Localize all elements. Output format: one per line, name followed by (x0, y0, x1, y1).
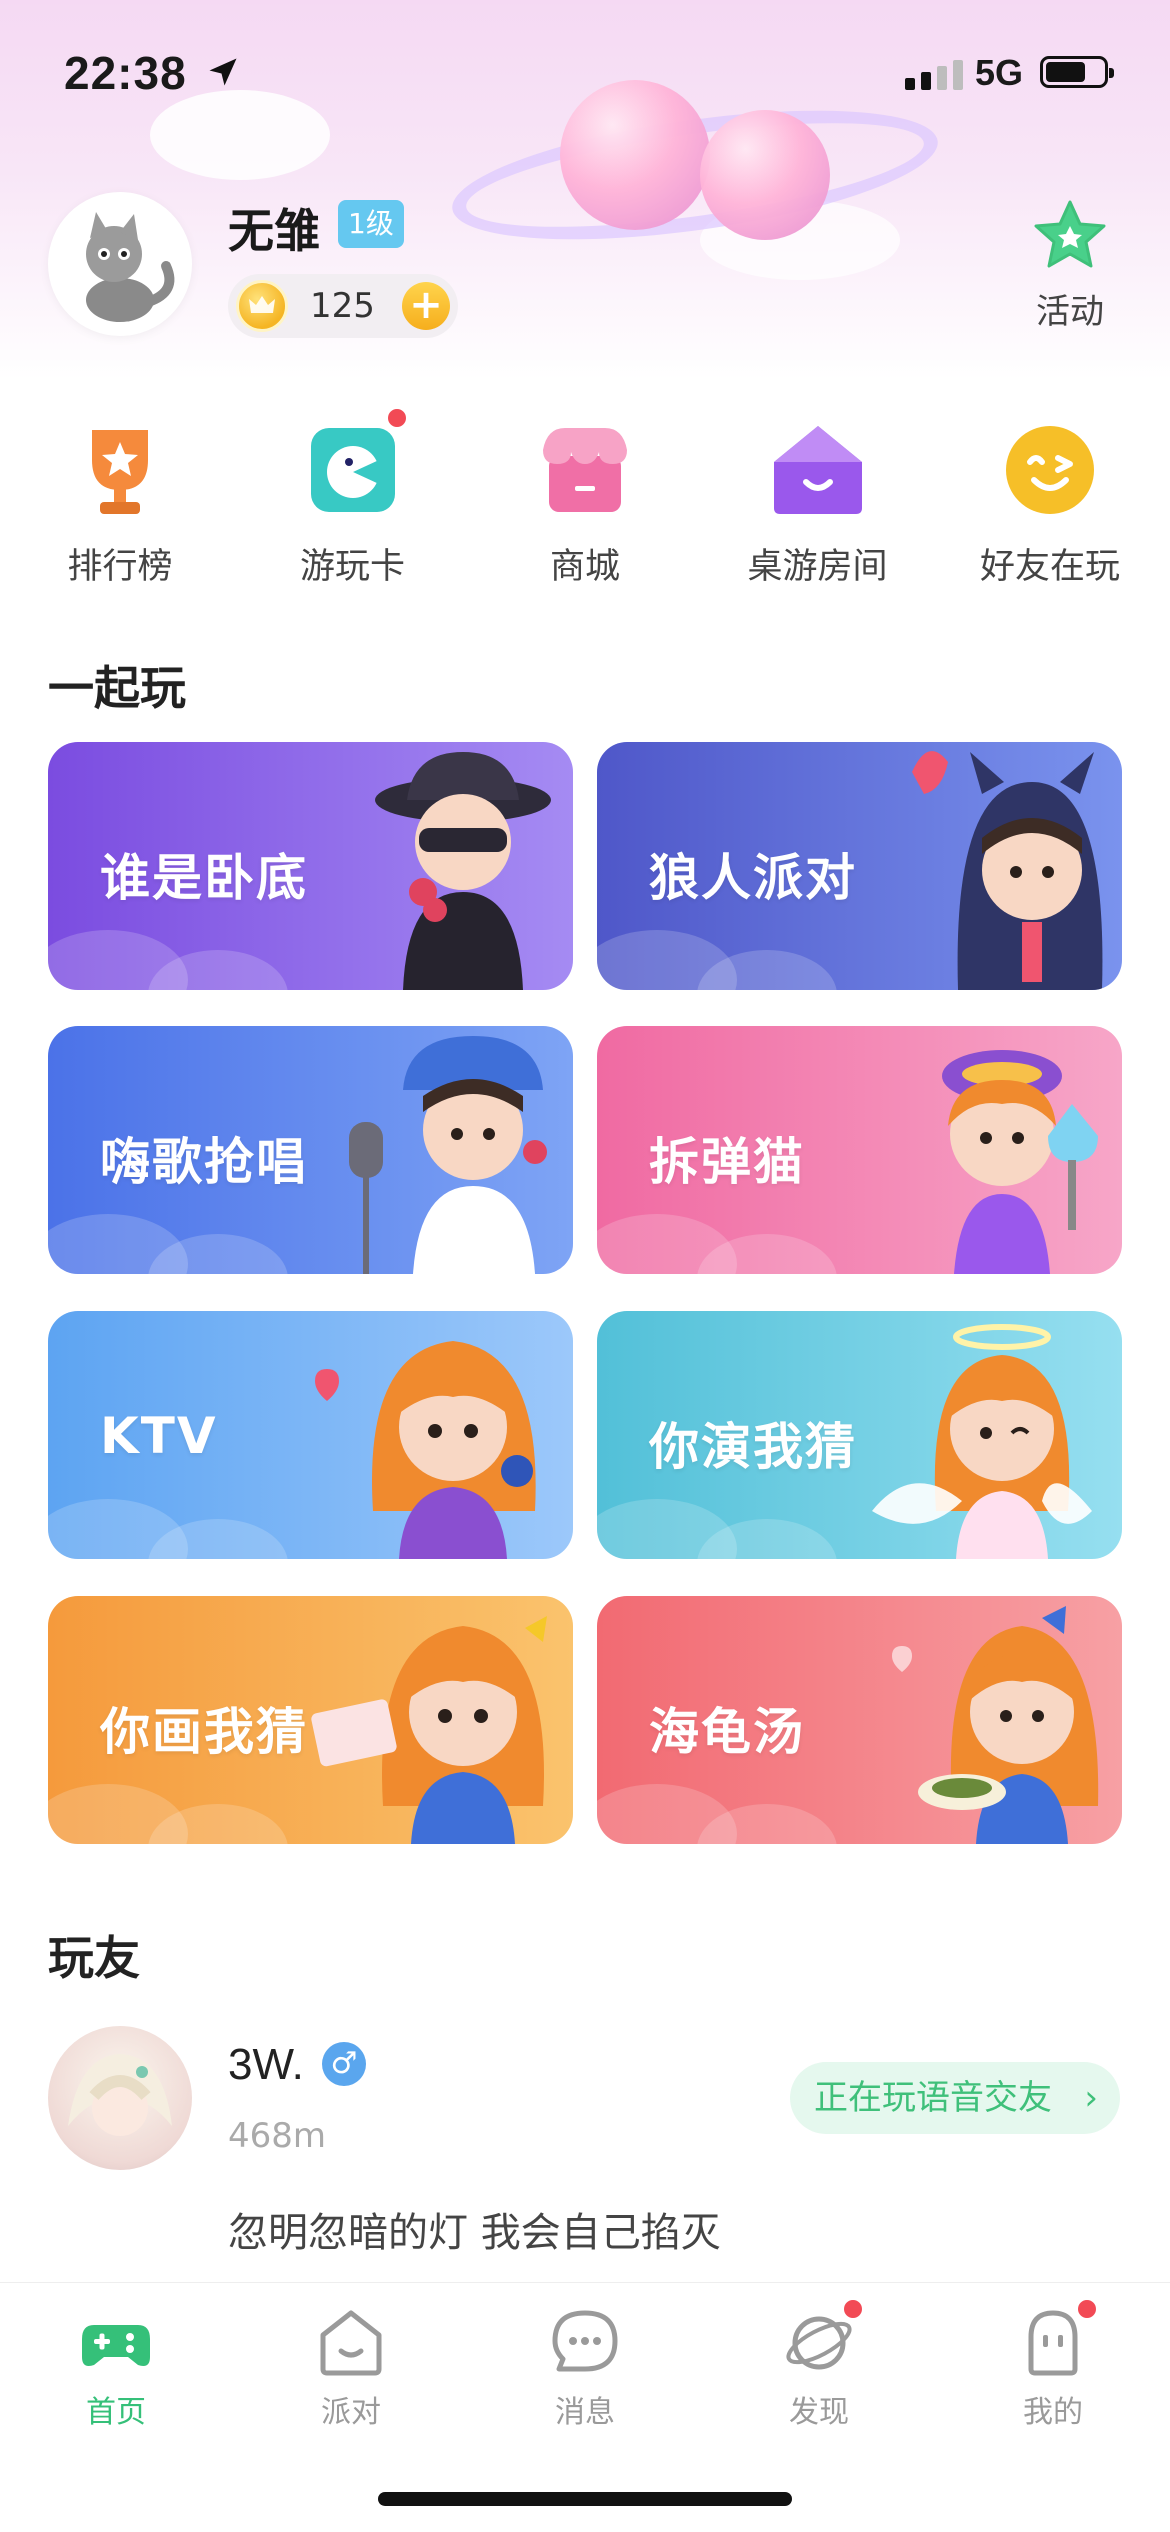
game-card-label: 海龟汤 (649, 1703, 805, 1761)
level-badge: 1级 (338, 200, 404, 248)
ktv-girl-character-icon (315, 1341, 536, 1559)
game-card-undercover[interactable]: 谁是卧底 (48, 742, 573, 990)
singer-character-icon (349, 1036, 547, 1274)
star-icon (1034, 200, 1106, 268)
party-icon (315, 2307, 387, 2379)
message-icon (549, 2307, 621, 2379)
play-card-icon (303, 406, 409, 520)
chevron-right-icon: › (1084, 2078, 1098, 2118)
quick-menu-label: 商城 (549, 547, 620, 587)
painter-girl-character-icon (311, 1616, 547, 1844)
username: 无雏 (228, 204, 320, 258)
gamepad-icon (80, 2307, 152, 2379)
game-card-draw-guess[interactable]: 你画我猜 (48, 1596, 573, 1844)
game-card-label: 你画我猜 (100, 1703, 308, 1761)
detective-character-icon (375, 752, 551, 990)
anime-avatar-icon (68, 2054, 172, 2136)
wolf-character-icon (912, 751, 1103, 990)
angel-character-icon (872, 1324, 1092, 1559)
status-time: 22:38 (64, 47, 187, 99)
profile-icon (1017, 2297, 1099, 2379)
nav-tab-party[interactable]: 派对 (281, 2307, 421, 2431)
trophy-icon (70, 420, 170, 520)
activity-label: 活动 (1036, 292, 1104, 332)
friend-avatar[interactable] (48, 2026, 192, 2170)
crown-coin-icon (236, 280, 288, 332)
turtle-soup-girl-character-icon (892, 1606, 1099, 1844)
nav-tab-profile[interactable]: 我的 (983, 2297, 1123, 2431)
game-card-turtle-soup[interactable]: 海龟汤 (597, 1596, 1122, 1844)
notification-dot (841, 2297, 865, 2321)
game-card-bomb-cat[interactable]: 拆弹猫 (597, 1026, 1122, 1274)
friend-bio: 忽明忽暗的灯 我会自己掐灭 (228, 2210, 721, 2256)
quick-menu-label: 好友在玩 (979, 547, 1120, 587)
nav-tab-discover[interactable]: 发现 (749, 2297, 889, 2431)
network-type: 5G (975, 52, 1024, 93)
nav-tab-home[interactable]: 首页 (46, 2307, 186, 2431)
nav-label: 首页 (86, 2395, 146, 2430)
quick-menu-label: 排行榜 (67, 547, 173, 587)
quick-menu: 排行榜 游玩卡 商城 桌游房间 好友在玩 (30, 406, 1140, 589)
status-bar: 22:38 5G (0, 0, 1170, 140)
friends-playing-icon (1000, 420, 1100, 520)
coin-balance[interactable]: 125 + (228, 274, 458, 338)
game-card-ktv[interactable]: KTV (48, 1311, 573, 1559)
nav-label: 发现 (789, 2395, 849, 2430)
game-card-label: 谁是卧底 (100, 849, 308, 907)
game-card-sing-battle[interactable]: 嗨歌抢唱 (48, 1026, 573, 1274)
home-screen: 22:38 5G 无雏 1级 125 + 活动 排行榜 游玩卡 商城 桌游房间 … (0, 0, 1170, 2532)
quick-menu-board-room[interactable]: 桌游房间 (728, 420, 908, 589)
coin-value: 125 (310, 286, 375, 326)
game-card-charades[interactable]: 你演我猜 (597, 1311, 1122, 1559)
location-arrow-icon (209, 58, 237, 86)
board-room-icon (768, 420, 868, 520)
game-card-label: 你演我猜 (649, 1418, 857, 1476)
friend-distance: 468m (228, 2116, 327, 2156)
activity-button[interactable]: 活动 (1020, 196, 1120, 333)
quick-menu-label: 桌游房间 (747, 547, 888, 587)
quick-menu-leaderboard[interactable]: 排行榜 (30, 420, 210, 589)
game-card-label: 狼人派对 (649, 849, 857, 907)
quick-menu-friends-playing[interactable]: 好友在玩 (960, 420, 1140, 589)
game-card-label: 嗨歌抢唱 (100, 1133, 308, 1191)
notification-dot (1075, 2297, 1099, 2321)
shop-icon (535, 420, 635, 520)
nav-tab-messages[interactable]: 消息 (515, 2307, 655, 2431)
nav-label: 派对 (321, 2395, 381, 2430)
cat-avatar-icon (86, 212, 175, 322)
user-avatar[interactable] (48, 192, 192, 336)
friend-name: 3W. (228, 2040, 304, 2089)
nav-label: 我的 (1023, 2395, 1083, 2430)
game-card-label: 拆弹猫 (649, 1133, 805, 1191)
nav-label: 消息 (555, 2395, 615, 2430)
section-title-friends: 玩友 (48, 1931, 140, 1985)
add-coin-button[interactable]: + (402, 282, 450, 330)
game-card-werewolf[interactable]: 狼人派对 (597, 742, 1122, 990)
explorer-character-icon (942, 1050, 1098, 1274)
quick-menu-label: 游玩卡 (299, 547, 405, 587)
quick-menu-shop[interactable]: 商城 (495, 420, 675, 589)
quick-menu-play-card[interactable]: 游玩卡 (263, 406, 443, 589)
friend-status-label: 正在玩语音交友 (814, 2078, 1052, 2118)
home-indicator (378, 2492, 792, 2506)
battery-icon (1040, 56, 1114, 88)
male-gender-icon: ♂ (322, 2042, 366, 2086)
cell-signal-icon (905, 60, 963, 90)
section-title-play-together: 一起玩 (48, 661, 186, 715)
game-card-label: KTV (100, 1407, 218, 1465)
notification-dot (384, 406, 409, 430)
friend-status-button[interactable]: 正在玩语音交友 › (790, 2062, 1120, 2134)
planet-icon (783, 2297, 865, 2379)
